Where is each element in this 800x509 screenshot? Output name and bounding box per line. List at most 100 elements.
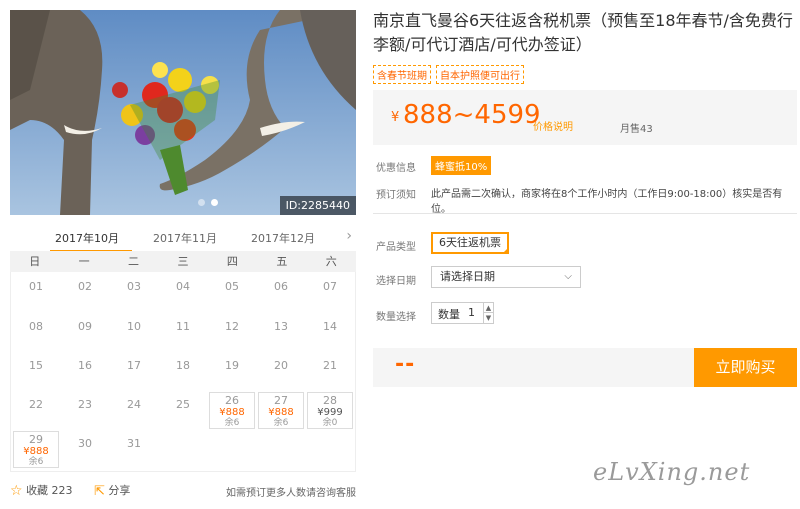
buy-now-button[interactable]: 立即购买 [694,348,797,387]
calendar-day: 05 [209,274,255,311]
calendar-day: 07 [307,274,353,311]
weekday-wed: 三 [177,255,189,268]
date-select-value: 请选择日期 [440,270,495,283]
day-price: ¥888 [23,446,49,457]
day-number: 28 [323,394,337,407]
carousel-dots[interactable] [198,199,218,206]
consult-note[interactable]: 如需预订更多人数请咨询客服 [226,484,356,499]
calendar-day: 08 [13,314,59,351]
chevron-down-icon: ⌵ [564,271,572,282]
day-number: 12 [225,320,239,333]
date-label: 选择日期 [376,276,416,287]
quantity-label: 数量选择 [376,312,416,323]
photo-id-label: ID:2285440 [279,196,356,215]
weekday-fri: 五 [276,255,288,268]
calendar-day[interactable]: 27 ¥888 余6 [258,392,304,429]
day-number: 13 [274,320,288,333]
day-number: 20 [274,359,288,372]
day-number: 14 [323,320,337,333]
day-number: 07 [323,280,337,293]
favorite-button[interactable]: ☆ 收藏 223 [10,482,73,499]
weekday-mon: 一 [78,255,90,268]
calendar-day: 13 [258,314,304,351]
product-type-option[interactable]: 6天往返机票 [431,232,509,254]
calendar-day[interactable]: 29 ¥888 余6 [13,431,59,468]
calendar-day: 18 [160,353,206,390]
calendar-day: 25 [160,392,206,429]
promo-label: 优惠信息 [376,163,416,174]
day-number: 03 [127,280,141,293]
decrement-icon[interactable]: ▼ [483,313,493,323]
calendar-day: 15 [13,353,59,390]
day-number: 24 [127,398,141,411]
calendar-day: 04 [160,274,206,311]
weekday-thu: 四 [226,255,238,268]
calendar-day: 02 [62,274,108,311]
weekday-header: 日 一 二 三 四 五 六 [10,251,356,272]
day-number: 29 [29,433,43,446]
tab-month-dec[interactable]: 2017年12月 [251,230,315,246]
star-icon: ☆ [10,483,23,499]
product-photo[interactable]: ID:2285440 [10,10,356,215]
price-explanation-link[interactable]: 价格说明 [533,118,573,133]
notice-text: 此产品需二次确认，商家将在8个工作小时内（工作日9:00-18:00）核实是否有… [431,189,783,215]
tag-passport: 自本护照便可出行 [436,65,524,84]
day-number: 27 [274,394,288,407]
weekday-tue: 二 [128,255,140,268]
calendar-day[interactable]: 26 ¥888 余6 [209,392,255,429]
day-number: 30 [78,437,92,450]
day-number: 26 [225,394,239,407]
price-box: ¥ 888~4599 价格说明 月售43 [373,90,797,145]
day-number: 17 [127,359,141,372]
calendar-day: 17 [111,353,157,390]
quantity-value[interactable]: 1 [468,306,475,319]
day-number: 08 [29,320,43,333]
day-price: ¥888 [219,407,245,418]
day-number: 09 [78,320,92,333]
calendar-day: 09 [62,314,108,351]
day-number: 15 [29,359,43,372]
watermark-logo: eLvXing.net [593,458,751,486]
calendar-day: 20 [258,353,304,390]
calendar-day: 31 [111,431,157,468]
chevron-right-icon[interactable]: › [346,228,352,244]
share-label: 分享 [108,484,131,497]
share-button[interactable]: ⇱ 分享 [94,482,130,499]
divider [373,213,797,214]
day-number: 25 [176,398,190,411]
increment-icon[interactable]: ▲ [483,303,493,313]
purchase-bar: -- 立即购买 [373,348,797,387]
weekday-sun: 日 [29,255,41,268]
day-number: 04 [176,280,190,293]
date-select[interactable]: 请选择日期 ⌵ [431,266,581,288]
product-title: 南京直飞曼谷6天往返含税机票（预售至18年春节/含免费行李额/可代订酒店/可代办… [373,11,793,54]
total-price: -- [395,352,416,377]
day-number: 18 [176,359,190,372]
day-number: 31 [127,437,141,450]
day-number: 23 [78,398,92,411]
day-stock: 余6 [28,457,44,467]
quantity-stepper[interactable]: 数量 1 ▲ ▼ [431,302,494,324]
calendar-day: 01 [13,274,59,311]
day-stock: 余6 [273,418,289,428]
day-number: 22 [29,398,43,411]
day-number: 01 [29,280,43,293]
day-number: 06 [274,280,288,293]
promo-badge: 蜂蜜抵10% [431,156,492,175]
day-price: ¥999 [317,407,343,418]
tab-month-oct[interactable]: 2017年10月 [55,230,119,246]
tab-month-nov[interactable]: 2017年11月 [153,230,217,246]
calendar-grid: 01 02 03 04 05 06 07 08 09 10 11 12 13 14 15 16 17 18 19 20… [10,272,356,472]
favorite-label: 收藏 223 [26,484,73,497]
notice-label: 预订须知 [376,190,416,201]
calendar-day: 22 [13,392,59,429]
calendar-day: 10 [111,314,157,351]
price-currency: ¥ [391,110,400,125]
calendar-day: 21 [307,353,353,390]
tag-spring-festival: 含春节班期 [373,65,431,84]
monthly-sales: 月售43 [620,124,653,135]
day-number: 02 [78,280,92,293]
calendar-day: 12 [209,314,255,351]
calendar-day[interactable]: 28 ¥999 余0 [307,392,353,429]
calendar-day: 16 [62,353,108,390]
